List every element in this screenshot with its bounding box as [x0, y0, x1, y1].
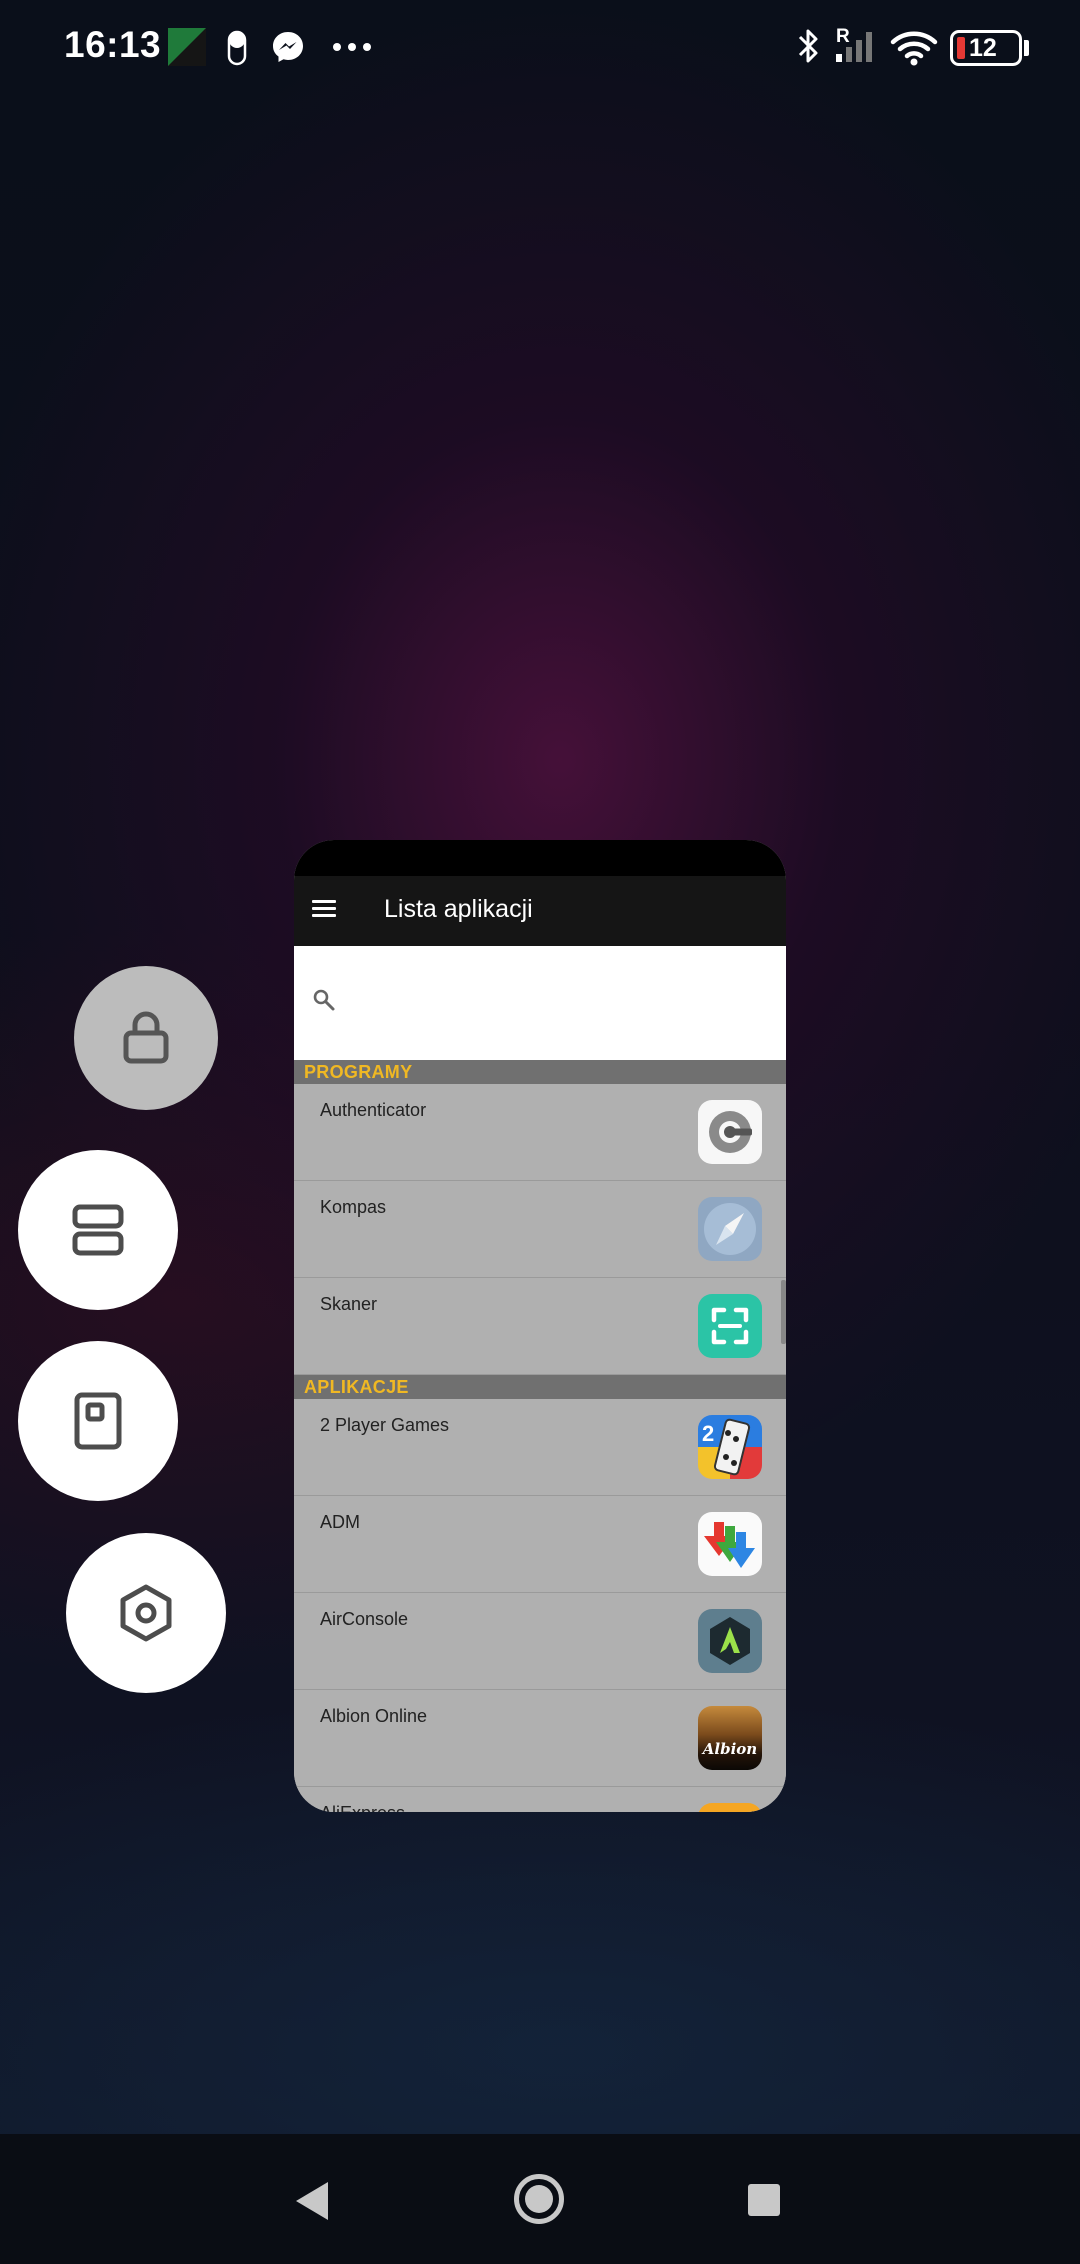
app-toolbar: Lista aplikacji	[294, 876, 786, 946]
search-bar[interactable]	[294, 946, 786, 1060]
app-list[interactable]: PROGRAMY Authenticator Kompas Skaner APL…	[294, 1060, 786, 1812]
battery-level-bar	[957, 37, 965, 59]
window-drag-handle[interactable]	[294, 840, 786, 876]
battery-icon: 12	[950, 30, 1022, 66]
list-item[interactable]: Skaner	[294, 1278, 786, 1375]
app-name: ADM	[320, 1512, 360, 1532]
split-screen-icon	[72, 1204, 124, 1256]
app-name: 2 Player Games	[320, 1415, 450, 1435]
home-icon[interactable]	[514, 2174, 564, 2224]
svg-text:2: 2	[702, 1421, 714, 1446]
albion-online-icon: Albion	[698, 1706, 762, 1770]
list-scrollbar[interactable]	[781, 1280, 786, 1344]
wifi-icon	[890, 31, 938, 66]
floating-app-window[interactable]: Lista aplikacji PROGRAMY Authenticator K…	[294, 840, 786, 1812]
settings-button[interactable]	[66, 1533, 226, 1693]
back-icon[interactable]	[296, 2182, 328, 2220]
lock-icon	[123, 1011, 169, 1064]
list-item[interactable]: Kompas	[294, 1181, 786, 1278]
floating-window-icon	[74, 1392, 122, 1450]
bluetooth-icon	[798, 29, 818, 63]
app-title: Lista aplikacji	[384, 895, 533, 923]
airconsole-icon	[698, 1609, 762, 1673]
list-item[interactable]: Authenticator	[294, 1084, 786, 1181]
hamburger-menu-icon[interactable]	[312, 894, 348, 930]
pill-icon	[227, 30, 247, 66]
scanner-icon	[698, 1294, 762, 1358]
recents-icon[interactable]	[748, 2184, 780, 2216]
compass-icon	[698, 1197, 762, 1261]
authenticator-icon	[698, 1100, 762, 1164]
list-item[interactable]: Albion Online Albion	[294, 1690, 786, 1787]
search-icon	[313, 989, 335, 1011]
albion-logo-text: Albion	[702, 1740, 758, 1758]
app-name: Kompas	[320, 1197, 387, 1217]
lock-window-button[interactable]	[74, 966, 218, 1110]
list-item[interactable]: AliExpress	[294, 1787, 786, 1812]
two-player-games-icon: 2	[698, 1415, 762, 1479]
section-header-aplikacje: APLIKACJE	[294, 1375, 786, 1399]
floating-window-button[interactable]	[18, 1341, 178, 1501]
list-item[interactable]: AirConsole	[294, 1593, 786, 1690]
aliexpress-icon	[698, 1803, 762, 1812]
section-header-programy: PROGRAMY	[294, 1060, 786, 1084]
app-name: Skaner	[320, 1294, 378, 1314]
app-name: AirConsole	[320, 1609, 409, 1629]
status-bar: 16:13 R 12	[0, 0, 1080, 96]
battery-tip	[1024, 40, 1029, 56]
split-screen-button[interactable]	[18, 1150, 178, 1310]
app-name: Authenticator	[320, 1100, 427, 1120]
notification-image-icon	[168, 28, 206, 66]
signal-icon	[836, 32, 872, 62]
app-name: AliExpress	[320, 1803, 405, 1812]
list-item[interactable]: ADM	[294, 1496, 786, 1593]
navigation-bar	[0, 2134, 1080, 2264]
messenger-icon	[273, 32, 303, 62]
list-item[interactable]: 2 Player Games 2	[294, 1399, 786, 1496]
adm-icon	[698, 1512, 762, 1576]
battery-level: 12	[969, 34, 997, 62]
more-dots-icon[interactable]	[332, 42, 372, 52]
status-time: 16:13	[64, 24, 162, 65]
settings-icon	[120, 1584, 172, 1642]
app-name: Albion Online	[320, 1706, 428, 1726]
search-input[interactable]	[352, 976, 762, 1030]
